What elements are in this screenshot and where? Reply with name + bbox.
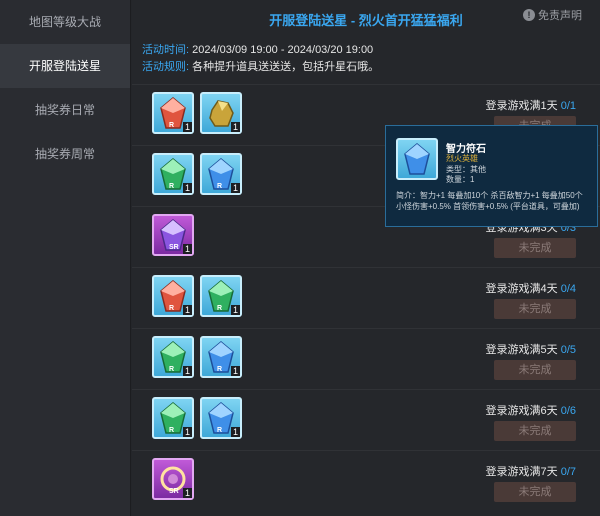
rarity-label: R <box>169 122 175 129</box>
claim-status-button[interactable]: 未完成 <box>494 299 576 319</box>
goal-total: /7 <box>566 466 576 478</box>
login-goal: 登录游戏满7天 0/7 <box>486 463 577 479</box>
item-count: 1 <box>182 305 192 315</box>
reward-item-slot[interactable]: R1 <box>200 336 242 378</box>
reward-item-slot[interactable]: SR 1 <box>152 214 194 256</box>
goal-total: /1 <box>566 100 576 112</box>
reward-item-slot[interactable]: 1 <box>200 92 242 134</box>
disclaimer-link[interactable]: ! 免责声明 <box>523 7 582 23</box>
item-count: 1 <box>182 122 192 132</box>
sidebar-item-login-gift[interactable]: 开服登陆送星 <box>0 44 130 88</box>
item-count: 1 <box>182 366 192 376</box>
claim-status-button[interactable]: 未完成 <box>494 421 576 441</box>
reward-item-slot[interactable]: SR 1 <box>152 458 194 500</box>
reward-item-slot[interactable]: R1 <box>152 397 194 439</box>
reward-item-slot[interactable]: R1 <box>200 153 242 195</box>
reward-item-slot[interactable]: R1 <box>200 397 242 439</box>
login-goal: 登录游戏满1天 0/1 <box>486 97 577 113</box>
reward-item-slot[interactable]: R1 <box>200 275 242 317</box>
item-count: 1 <box>230 366 240 376</box>
reward-row: R 1 R 1 登录游戏满4天 0/4 未完成 <box>132 267 600 328</box>
goal-total: /6 <box>566 405 576 417</box>
reward-items: SR 1 <box>152 458 194 500</box>
login-goal: 登录游戏满6天 0/6 <box>486 402 577 418</box>
reward-items: R11 <box>152 92 242 134</box>
time-value: 2024/03/09 19:00 - 2024/03/20 19:00 <box>192 44 374 56</box>
item-count: 1 <box>230 427 240 437</box>
rule-value: 各种提升道具送送送，包括升星石哦。 <box>192 61 380 73</box>
reward-row: R 1 R 1 登录游戏满5天 0/5 未完成 <box>132 328 600 389</box>
rarity-label: R <box>217 305 223 312</box>
event-info: 活动时间: 2024/03/09 19:00 - 2024/03/20 19:0… <box>142 42 379 76</box>
reward-item-slot[interactable]: R1 <box>152 92 194 134</box>
reward-items: R1R1 <box>152 275 242 317</box>
blue-crystal-icon <box>404 143 430 175</box>
disclaimer-label: 免责声明 <box>538 10 582 22</box>
claim-status-button[interactable]: 未完成 <box>494 360 576 380</box>
item-tooltip: 智力符石 烈火英雄 类型：其他 数量：1 简介：智力+1 每叠加10个 杀百敌智… <box>385 125 598 227</box>
reward-item-slot[interactable]: R1 <box>152 153 194 195</box>
sidebar: 地图等级大战 开服登陆送星 抽奖券日常 抽奖券周常 <box>0 0 131 516</box>
login-goal: 登录游戏满5天 0/5 <box>486 341 577 357</box>
item-count: 1 <box>230 122 240 132</box>
rarity-label: SR <box>169 488 179 495</box>
tooltip-item-description: 简介：智力+1 每叠加10个 杀百敌智力+1 每叠加50个 小怪伤害+0.5% … <box>396 191 583 211</box>
item-count: 1 <box>230 305 240 315</box>
goal-text: 登录游戏满4天 <box>485 283 558 295</box>
rarity-label: R <box>217 183 223 190</box>
tooltip-item-quantity: 数量：1 <box>446 175 475 184</box>
reward-row: SR 1 登录游戏满7天 0/7 未完成 <box>132 450 600 511</box>
item-count: 1 <box>230 183 240 193</box>
info-icon: ! <box>523 9 535 21</box>
sidebar-item-lottery-daily[interactable]: 抽奖券日常 <box>0 88 130 132</box>
main-panel: 开服登陆送星 - 烈火首开猛猛福利 ! 免责声明 活动时间: 2024/03/0… <box>132 0 600 516</box>
goal-text: 登录游戏满5天 <box>485 344 558 356</box>
item-count: 1 <box>182 488 192 498</box>
sidebar-item-lottery-weekly[interactable]: 抽奖券周常 <box>0 132 130 176</box>
rarity-label: R <box>169 183 175 190</box>
rarity-label: R <box>217 427 223 434</box>
item-count: 1 <box>182 427 192 437</box>
rule-label: 活动规则: <box>142 61 190 73</box>
login-goal: 登录游戏满4天 0/4 <box>486 280 577 296</box>
claim-status-button[interactable]: 未完成 <box>494 482 576 502</box>
rarity-label: R <box>169 366 175 373</box>
reward-row: R 1 R 1 登录游戏满6天 0/6 未完成 <box>132 389 600 450</box>
claim-status-button[interactable]: 未完成 <box>494 238 576 258</box>
sidebar-item-map-level-battle[interactable]: 地图等级大战 <box>0 0 130 44</box>
goal-text: 登录游戏满1天 <box>485 100 558 112</box>
reward-items: R1R1 <box>152 153 242 195</box>
item-count: 1 <box>182 183 192 193</box>
goal-text: 登录游戏满6天 <box>485 405 558 417</box>
rarity-label: SR <box>169 244 179 251</box>
goal-total: /4 <box>566 283 576 295</box>
rarity-label: R <box>169 305 175 312</box>
tooltip-item-slot <box>396 138 438 180</box>
reward-items: R1R1 <box>152 397 242 439</box>
reward-items: R1R1 <box>152 336 242 378</box>
goal-text: 登录游戏满7天 <box>485 466 558 478</box>
reward-item-slot[interactable]: R1 <box>152 336 194 378</box>
time-label: 活动时间: <box>142 44 190 56</box>
rarity-label: R <box>217 366 223 373</box>
reward-item-slot[interactable]: R1 <box>152 275 194 317</box>
item-count: 1 <box>182 244 192 254</box>
goal-total: /5 <box>566 344 576 356</box>
reward-items: SR 1 <box>152 214 194 256</box>
rarity-label: R <box>169 427 175 434</box>
tooltip-item-source: 烈火英雄 <box>446 154 478 163</box>
